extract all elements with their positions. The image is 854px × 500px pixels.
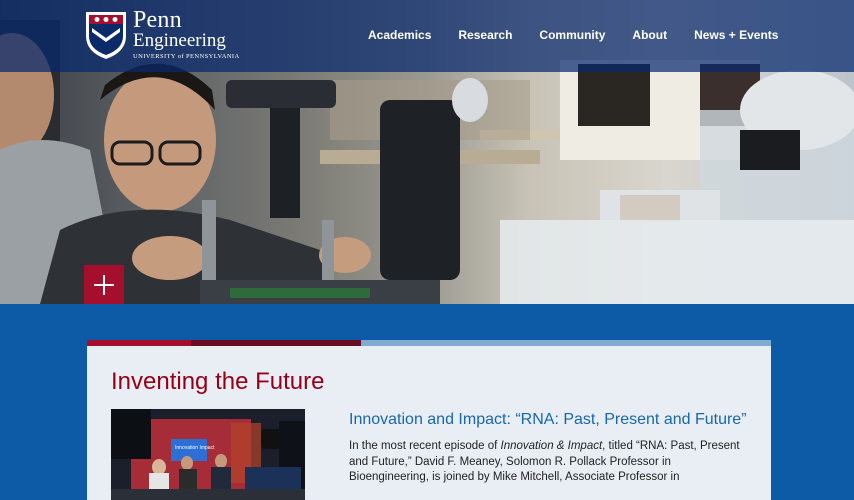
penn-engineering-logo[interactable]: Penn Engineering UNIVERSITY of PENNSYLVA… (84, 7, 239, 60)
logo-penn-text: Penn (133, 7, 182, 33)
card-accent-bar-dark (191, 340, 361, 346)
nav-news-events[interactable]: News + Events (694, 28, 778, 42)
summary-text-italic: Innovation & Impact (500, 440, 603, 452)
nav-research[interactable]: Research (458, 28, 512, 42)
logo-university-text: UNIVERSITY of PENNSYLVANIA (133, 53, 240, 60)
plus-icon (94, 274, 114, 295)
feature-card: Inventing the Future Innovation Impact I… (87, 340, 771, 500)
nav-academics[interactable]: Academics (368, 28, 431, 42)
video-thumbnail[interactable]: Innovation Impact (111, 409, 305, 500)
article-headline[interactable]: Innovation and Impact: “RNA: Past, Prese… (349, 411, 747, 429)
article-summary: In the most recent episode of Innovation… (349, 439, 749, 486)
logo-engineering-text: Engineering (133, 30, 226, 51)
section-title: Inventing the Future (111, 368, 325, 395)
card-accent-bar-red (87, 340, 191, 346)
summary-text-start: In the most recent episode of (349, 440, 501, 452)
nav-about[interactable]: About (632, 28, 667, 42)
video-overlay-text: Innovation Impact (175, 445, 215, 451)
penn-shield-icon (86, 12, 126, 59)
main-nav: Academics Research Community About News … (368, 28, 805, 42)
studio-photo: Innovation Impact (111, 409, 305, 500)
site-header: Penn Engineering UNIVERSITY of PENNSYLVA… (0, 0, 854, 72)
nav-community[interactable]: Community (539, 28, 605, 42)
card-accent-bar-blue (361, 340, 771, 346)
hero-expand-button[interactable] (84, 265, 124, 304)
